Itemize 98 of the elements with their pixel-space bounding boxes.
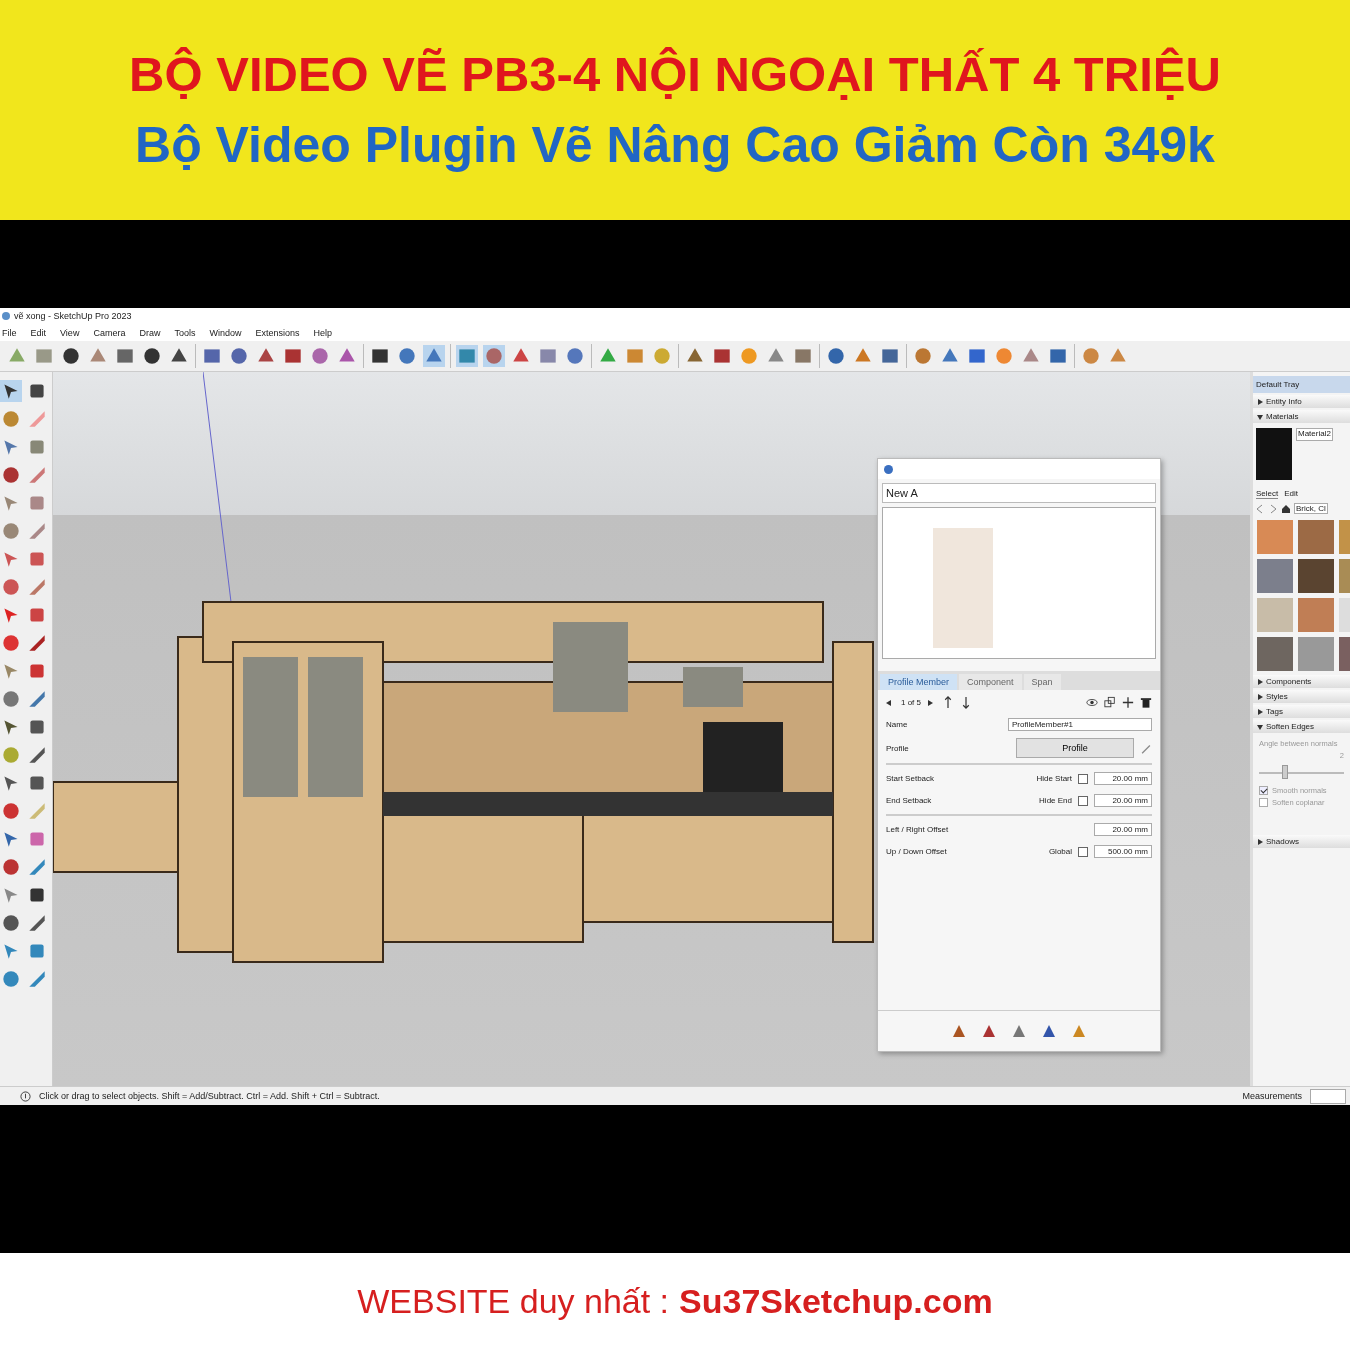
tool-icon[interactable]	[825, 345, 847, 367]
measurements-field[interactable]	[1310, 1088, 1346, 1104]
footer-label: WEBSITE duy nhất :	[357, 1282, 670, 1321]
caret-icon	[1257, 838, 1263, 845]
slider-thumb[interactable]	[1281, 765, 1288, 779]
material-thumbnail[interactable]	[1257, 559, 1293, 593]
value-field[interactable]: 20.00 mm	[1094, 794, 1152, 807]
app-logo-icon	[2, 312, 10, 320]
tool-icon[interactable]	[1041, 1023, 1057, 1039]
caret-icon	[1257, 708, 1263, 715]
menu-item[interactable]: File	[2, 327, 17, 338]
panel-tab[interactable]: Span	[1023, 674, 1061, 690]
tray-section-header[interactable]: Materials	[1253, 410, 1350, 423]
caret-icon	[1257, 678, 1263, 685]
material-thumbnail[interactable]	[1298, 598, 1334, 632]
material-swatch	[1256, 428, 1292, 480]
measurements-label: Measurements	[1242, 1091, 1302, 1101]
tool-icon[interactable]	[60, 345, 82, 367]
caret-icon	[1257, 398, 1263, 405]
next-icon[interactable]	[927, 699, 933, 706]
material-thumbnail[interactable]	[1257, 520, 1293, 554]
checkbox[interactable]	[1078, 795, 1088, 806]
plugin-logo-icon	[884, 464, 893, 474]
tray-section-header[interactable]: Components	[1253, 675, 1350, 688]
menu-item[interactable]: Draw	[139, 327, 161, 338]
field-label: Up / Down Offset	[886, 847, 947, 856]
pager-text: 1 of 5	[901, 698, 921, 707]
caret-icon	[1257, 693, 1263, 700]
field-label: Left / Right Offset	[886, 825, 949, 834]
assembly-name-field[interactable]: New A	[882, 483, 1156, 503]
tool-icon[interactable]	[228, 345, 250, 367]
material-tab[interactable]: Edit	[1284, 489, 1299, 499]
value-field[interactable]: 20.00 mm	[1094, 823, 1152, 836]
previous-icon[interactable]	[886, 699, 892, 706]
tray-section-header[interactable]: Styles	[1253, 690, 1350, 703]
value-field[interactable]: 500.00 mm	[1094, 845, 1152, 858]
tool-icon[interactable]	[26, 632, 48, 654]
checkbox[interactable]	[1078, 846, 1088, 857]
menu-item[interactable]: Tools	[174, 327, 196, 338]
tray-section-header[interactable]: Soften Edges	[1253, 720, 1350, 733]
panel-tab[interactable]: Profile Member	[880, 674, 958, 690]
material-thumbnail[interactable]	[1257, 598, 1293, 632]
library-dropdown[interactable]: Brick, Cl	[1294, 503, 1328, 514]
menu-item[interactable]: View	[60, 327, 80, 338]
tray-section-header[interactable]: Entity Info	[1253, 395, 1350, 408]
window-title: vẽ xong - SketchUp Pro 2023	[14, 311, 132, 321]
material-thumbnail[interactable]	[1257, 637, 1293, 671]
tray-section-header[interactable]: Shadows	[1253, 835, 1350, 848]
checkbox[interactable]	[1259, 798, 1268, 807]
home-icon[interactable]	[1281, 503, 1291, 514]
checkbox[interactable]	[1078, 773, 1088, 784]
status-hint: Click or drag to select objects. Shift = Add/Subtract. Ctrl = Add. Shift + Ctrl = Subtract.	[39, 1091, 380, 1101]
add-icon[interactable]	[1122, 696, 1134, 709]
eye-icon[interactable]	[1086, 696, 1098, 709]
copy-icon[interactable]	[1104, 696, 1116, 709]
material-thumbnail[interactable]	[1298, 520, 1334, 554]
back-icon[interactable]	[1255, 503, 1265, 514]
up-arrow-icon[interactable]	[942, 696, 954, 709]
field-label: Name	[886, 720, 908, 729]
menu-item[interactable]: Edit	[30, 327, 47, 338]
tray-title: Default Tray	[1253, 376, 1350, 393]
menu-item[interactable]: Window	[209, 327, 242, 338]
website-link[interactable]: Su37Sketchup.com	[679, 1282, 993, 1321]
panel-tab[interactable]: Component	[959, 674, 1022, 690]
tool-icon[interactable]	[0, 856, 22, 878]
material-thumbnail[interactable]	[1298, 559, 1334, 593]
option-label: Global	[1048, 847, 1072, 856]
tool-icon[interactable]	[26, 744, 48, 766]
value-field[interactable]: 20.00 mm	[1094, 772, 1152, 785]
material-name-field[interactable]: Material2	[1296, 428, 1333, 441]
tool-icon[interactable]	[0, 912, 22, 934]
profile-button[interactable]: Profile	[1016, 738, 1134, 758]
subline: Bộ Video Plugin Vẽ Nâng Cao Giảm Còn 349k	[135, 116, 1215, 174]
menu-item[interactable]: Extensions	[255, 327, 300, 338]
option-label: Hide Start	[1036, 774, 1072, 783]
tool-icon[interactable]	[951, 1023, 967, 1039]
caret-icon	[1257, 413, 1263, 420]
menu-item[interactable]: Camera	[93, 327, 126, 338]
name-field[interactable]: ProfileMember#1	[1008, 718, 1152, 731]
field-label: Start Setback	[886, 774, 935, 783]
trash-icon[interactable]	[1140, 696, 1152, 709]
material-thumbnail[interactable]	[1298, 637, 1334, 671]
tool-icon[interactable]	[0, 380, 22, 402]
caret-icon	[1257, 723, 1263, 730]
down-arrow-icon[interactable]	[960, 696, 972, 709]
tool-icon[interactable]	[141, 345, 163, 367]
menu-item[interactable]: Help	[313, 327, 332, 338]
checkbox[interactable]	[1259, 786, 1268, 795]
tool-icon[interactable]	[26, 912, 48, 934]
tool-icon[interactable]	[981, 1023, 997, 1039]
material-tab[interactable]: Select	[1256, 489, 1279, 499]
option-label: Hide End	[1039, 796, 1072, 805]
tool-icon[interactable]	[0, 464, 22, 486]
field-label: End Setback	[886, 796, 932, 805]
info-icon[interactable]	[20, 1090, 31, 1102]
headline: BỘ VIDEO VẼ PB3-4 NỘI NGOẠI THẤT 4 TRIỆU	[129, 46, 1221, 102]
field-label: Profile	[886, 743, 909, 753]
tray-section-header[interactable]: Tags	[1253, 705, 1350, 718]
